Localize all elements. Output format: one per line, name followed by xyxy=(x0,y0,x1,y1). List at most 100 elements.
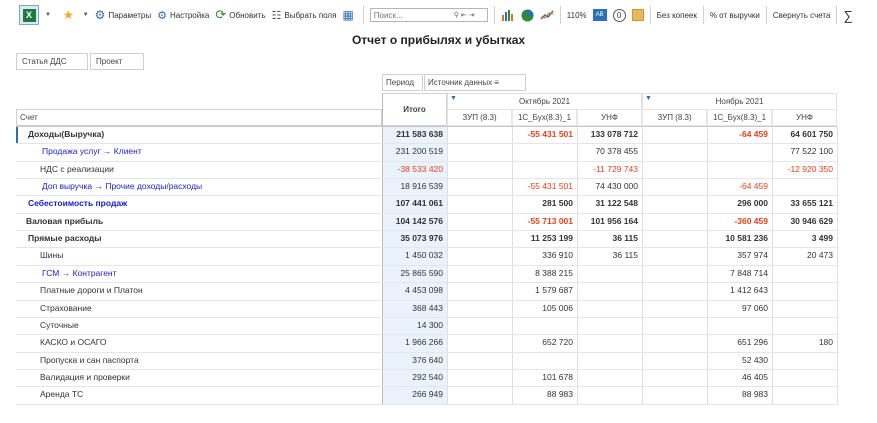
account-name: Суточные xyxy=(40,319,79,330)
search-input[interactable] xyxy=(373,10,452,20)
total-cell: 1 450 032 xyxy=(405,250,443,261)
value-cell: -55 431 501 xyxy=(527,129,573,139)
account-name[interactable]: Доп выручка → Прочие доходы/расходы xyxy=(42,178,378,195)
table-view-button[interactable]: ▦ xyxy=(339,4,359,26)
account-name: Доходы(Выручка) xyxy=(28,129,105,139)
value-cell: -55 431 501 xyxy=(527,181,573,192)
star-icon: ★ xyxy=(62,8,74,22)
source-header[interactable]: 1С_Бух(8.3)_1 xyxy=(512,109,577,126)
favorites-button[interactable]: ★ xyxy=(60,4,80,26)
toolbar-separator xyxy=(702,6,704,24)
value-cell xyxy=(707,143,768,160)
percent-revenue-button[interactable]: % от выручки xyxy=(707,4,763,26)
value-cell xyxy=(577,282,638,299)
value-cell xyxy=(447,161,508,178)
value-cell xyxy=(642,195,703,212)
value-cell xyxy=(642,369,703,386)
search-icon[interactable]: ⚲ xyxy=(454,11,459,19)
account-name: КАСКО и ОСАГО xyxy=(40,337,107,348)
search-box[interactable]: ⚲ ⇤ ⇥ xyxy=(369,8,488,22)
value-cell: 20 473 xyxy=(807,250,833,261)
source-header[interactable]: УНФ xyxy=(772,109,837,126)
value-cell: 88 983 xyxy=(742,389,768,400)
search-next-icon[interactable]: ⇥ xyxy=(469,11,475,19)
value-cell: 652 720 xyxy=(542,337,573,348)
value-cell xyxy=(577,369,638,386)
account-name: Валовая прибыль xyxy=(26,215,104,226)
value-cell xyxy=(642,282,703,299)
account-name[interactable]: ГСМ → Контрагент xyxy=(42,265,378,282)
total-cell: 231 200 519 xyxy=(395,146,443,157)
bar-chart-icon xyxy=(501,10,513,21)
value-cell xyxy=(577,265,638,282)
total-cell: 35 073 976 xyxy=(400,233,443,244)
value-cell: 64 601 750 xyxy=(790,129,833,139)
refresh-label: Обновить xyxy=(229,10,266,20)
excel-export-button[interactable]: X xyxy=(16,4,42,26)
no-kopecks-button[interactable]: Без копеек xyxy=(654,4,700,26)
value-cell xyxy=(577,317,638,334)
cube-icon xyxy=(631,9,644,21)
value-cell: 11 253 199 xyxy=(530,233,573,244)
grid-column-line xyxy=(837,126,838,404)
month-header[interactable]: Октябрь 2021 xyxy=(447,93,642,110)
total-cell: 1 966 266 xyxy=(405,337,443,348)
value-cell xyxy=(577,300,638,317)
source-header[interactable]: ЗУП (8.3) xyxy=(447,109,512,126)
value-cell: 52 430 xyxy=(742,354,768,365)
value-cell xyxy=(447,282,508,299)
zoom-button[interactable]: 110% xyxy=(564,4,590,26)
value-cell: 101 678 xyxy=(542,371,573,382)
line-chart-button[interactable] xyxy=(537,4,557,26)
source-filter-button[interactable]: Источник данных ≡ xyxy=(424,74,526,91)
account-header[interactable]: Счет xyxy=(16,109,382,126)
value-cell xyxy=(447,386,508,403)
account-name: Аренда ТС xyxy=(40,389,84,400)
format-ab-button[interactable]: AB xyxy=(590,4,610,26)
filter-project[interactable]: Проект xyxy=(90,53,144,70)
params-button[interactable]: ⚙ Параметры xyxy=(92,4,154,26)
excel-dropdown-icon[interactable]: ▼ xyxy=(42,12,54,18)
period-filter-button[interactable]: Период xyxy=(382,74,423,91)
value-cell xyxy=(642,161,703,178)
collapse-accounts-button[interactable]: Свернуть счета xyxy=(770,4,834,26)
value-cell: -360 459 xyxy=(734,215,768,226)
bar-chart-button[interactable] xyxy=(498,4,518,26)
table-icon: ▦ xyxy=(342,8,354,22)
source-header[interactable]: ЗУП (8.3) xyxy=(642,109,707,126)
total-header[interactable]: Итого xyxy=(382,93,447,126)
value-cell xyxy=(512,317,573,334)
refresh-icon: ⟳ xyxy=(215,7,227,22)
select-fields-button[interactable]: ☷ Выбрать поля xyxy=(269,4,340,26)
search-prev-icon[interactable]: ⇤ xyxy=(461,11,467,19)
account-name: Шины xyxy=(40,250,64,261)
value-cell: 77 522 100 xyxy=(790,146,833,157)
source-header[interactable]: УНФ xyxy=(577,109,642,126)
favorites-dropdown-icon[interactable]: ▼ xyxy=(80,12,92,18)
source-header[interactable]: 1С_Бух(8.3)_1 xyxy=(707,109,772,126)
value-cell: -64 459 xyxy=(739,181,768,192)
value-cell xyxy=(772,282,833,299)
sum-button[interactable]: ∑ xyxy=(840,4,855,26)
fields-icon: ☷ xyxy=(271,9,282,22)
total-cell: 18 916 539 xyxy=(400,181,443,192)
value-cell: 30 946 629 xyxy=(790,215,833,226)
month-header[interactable]: Ноябрь 2021 xyxy=(642,93,837,110)
selected-row-marker xyxy=(16,126,18,144)
filter-cashflow-item[interactable]: Статья ДДС xyxy=(16,53,88,70)
account-name[interactable]: Продажа услуг → Клиент xyxy=(42,143,378,160)
value-cell: 36 115 xyxy=(612,250,638,261)
value-cell: 651 296 xyxy=(737,337,768,348)
zero-values-button[interactable]: 0 xyxy=(610,4,629,26)
refresh-button[interactable]: ⟳ Обновить xyxy=(212,4,268,26)
value-cell xyxy=(447,317,508,334)
cube-button[interactable] xyxy=(629,4,647,26)
value-cell xyxy=(642,247,703,264)
settings-button[interactable]: ⚙ Настройка xyxy=(154,4,212,26)
pie-chart-button[interactable] xyxy=(518,4,537,26)
value-cell: 7 848 714 xyxy=(730,267,768,278)
total-cell: 266 949 xyxy=(412,389,443,400)
value-cell: 97 060 xyxy=(742,302,768,313)
value-cell: 36 115 xyxy=(612,233,638,244)
value-cell xyxy=(772,265,833,282)
